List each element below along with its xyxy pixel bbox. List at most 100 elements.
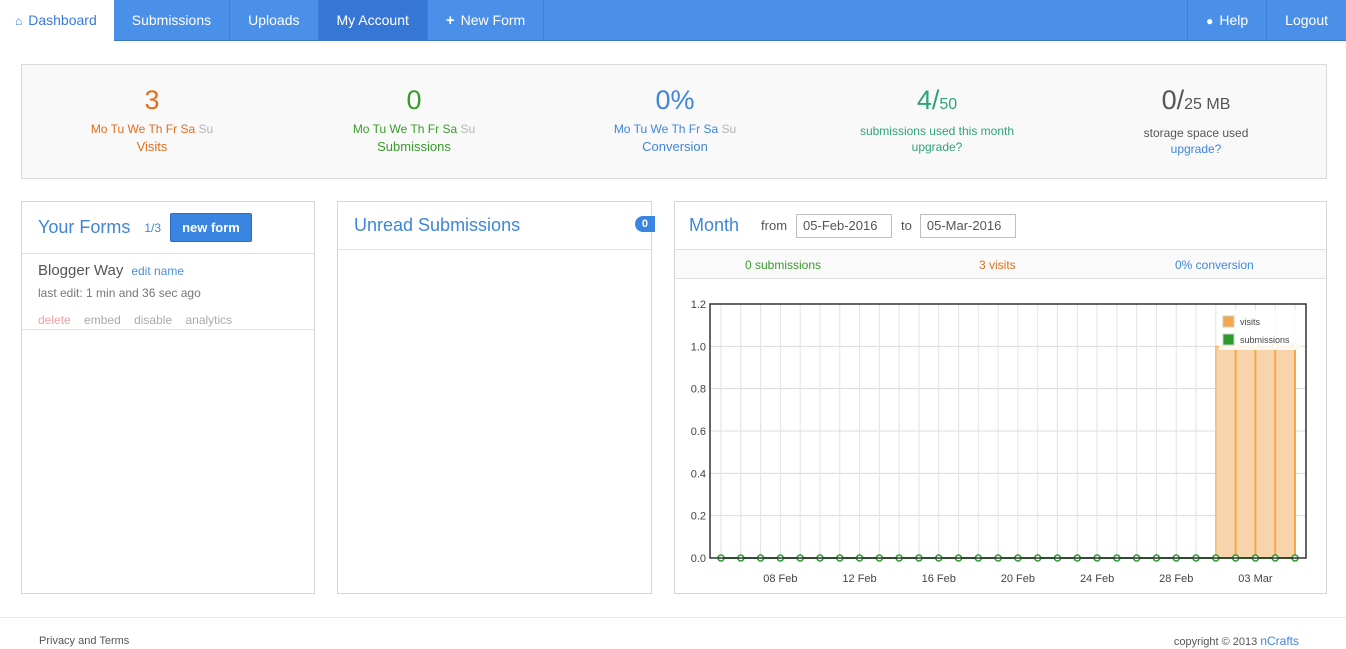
day-label: Tu <box>372 122 387 136</box>
home-icon: ⌂ <box>15 14 23 28</box>
nav-uploads[interactable]: Uploads <box>230 0 319 40</box>
forms-title: Your Forms <box>38 217 131 237</box>
legend-swatch <box>1222 315 1235 328</box>
day-label: We <box>389 122 408 136</box>
visits-area-segment <box>1274 345 1296 559</box>
visits-value: 3 <box>144 85 160 115</box>
nav-my-account[interactable]: My Account <box>318 0 428 40</box>
x-tick-label: 28 Feb <box>1159 573 1193 585</box>
embed-form-link[interactable]: embed <box>84 313 121 327</box>
summary-conversion: 0% conversion <box>1175 258 1254 272</box>
analytics-form-link[interactable]: analytics <box>185 313 232 327</box>
submissions-value: 0 <box>406 85 422 115</box>
copyright-text: copyright © 2013 <box>1173 636 1258 648</box>
stats-panel: 3 Mo Tu We Th Fr Sa Su Visits 0 Mo Tu We… <box>21 64 1327 179</box>
month-panel: Month from to 0 submissions 3 visits 0% … <box>674 201 1327 594</box>
storage-value: 0/25 MB <box>1066 85 1326 117</box>
usage-limit: 50 <box>939 96 958 113</box>
x-tick-label: 12 Feb <box>842 573 876 585</box>
nav-help-label: Help <box>1219 12 1249 28</box>
y-tick-label: 0.6 <box>691 426 706 438</box>
day-label: Mo <box>613 122 631 136</box>
day-label: Fr <box>427 122 440 136</box>
forms-panel-header: Your Forms 1/3 new form <box>22 202 314 254</box>
new-form-button[interactable]: new form <box>170 213 252 242</box>
y-tick-label: 0.4 <box>691 468 706 480</box>
day-label: Tu <box>110 122 125 136</box>
day-label: Th <box>671 122 686 136</box>
conversion-days: Mo Tu We Th Fr Sa Su <box>545 122 805 136</box>
nav-help[interactable]: ● Help <box>1187 0 1266 40</box>
privacy-terms-link[interactable]: Privacy and Terms <box>39 635 129 647</box>
form-list-item: Blogger Way edit name last edit: 1 min an… <box>22 254 314 330</box>
day-label: Fr <box>688 122 701 136</box>
month-panel-header: Month from to <box>675 202 1326 250</box>
summary-submissions: 0 submissions <box>745 258 822 272</box>
day-label-off: Su <box>721 122 737 136</box>
visits-area-segment <box>1235 345 1256 559</box>
storage-used: 0/ <box>1161 85 1185 115</box>
nav-new-form[interactable]: + New Form <box>428 0 545 40</box>
stat-usage: 4/50 submissions used this month upgrade… <box>807 65 1067 154</box>
summary-visits: 3 visits <box>979 258 1016 272</box>
usage-label: submissions used this month <box>859 124 1015 138</box>
x-tick-label: 03 Mar <box>1238 573 1273 585</box>
submissions-label: Submissions <box>377 139 451 154</box>
submissions-days: Mo Tu We Th Fr Sa Su <box>284 122 544 136</box>
brand-link[interactable]: nCrafts <box>1260 634 1299 648</box>
month-summary: 0 submissions 3 visits 0% conversion <box>675 250 1326 279</box>
x-tick-label: 24 Feb <box>1080 573 1114 585</box>
x-tick-label: 08 Feb <box>763 573 797 585</box>
footer-copyright: copyright © 2013 nCrafts <box>1174 634 1299 648</box>
storage-limit: 25 MB <box>1184 96 1231 113</box>
day-label-off: Su <box>198 122 214 136</box>
y-tick-label: 1.0 <box>691 341 706 353</box>
day-label: We <box>127 122 146 136</box>
day-label: Th <box>148 122 163 136</box>
nav-dashboard[interactable]: ⌂ Dashboard <box>0 0 114 41</box>
unread-panel: Unread Submissions 0 <box>337 201 655 594</box>
nav-logout[interactable]: Logout <box>1266 0 1346 40</box>
month-title: Month <box>689 215 740 235</box>
edit-name-link[interactable]: edit name <box>131 264 184 278</box>
unread-panel-header: Unread Submissions <box>338 202 651 250</box>
y-tick-label: 1.2 <box>691 299 706 311</box>
form-last-edit: last edit: 1 min and 36 sec ago <box>38 286 201 300</box>
form-name: Blogger Way <box>38 262 124 279</box>
visits-days: Mo Tu We Th Fr Sa Su <box>22 122 282 136</box>
plus-icon: + <box>445 12 455 29</box>
footer-divider <box>0 617 1346 618</box>
to-label: to <box>901 218 912 233</box>
usage-used: 4/ <box>916 85 940 115</box>
day-label: Sa <box>703 122 719 136</box>
to-date-input[interactable] <box>919 213 1016 238</box>
usage-value: 4/50 <box>807 85 1067 117</box>
storage-label: storage space used <box>1143 126 1249 140</box>
unread-count-badge: 0 <box>634 216 655 232</box>
top-navbar: ⌂ Dashboard Submissions Uploads My Accoun… <box>0 0 1346 41</box>
from-date-input[interactable] <box>796 213 893 238</box>
disable-form-link[interactable]: disable <box>134 313 172 327</box>
x-tick-label: 20 Feb <box>1001 573 1035 585</box>
nav-dashboard-label: Dashboard <box>28 12 97 28</box>
day-label: Sa <box>442 122 458 136</box>
delete-form-link[interactable]: delete <box>38 313 71 327</box>
y-tick-label: 0.2 <box>691 511 706 523</box>
nav-submissions[interactable]: Submissions <box>114 0 231 40</box>
usage-upgrade-link[interactable]: upgrade? <box>807 140 1067 154</box>
conversion-value: 0% <box>655 85 695 115</box>
nav-new-form-label: New Form <box>460 12 526 28</box>
forms-count: 1/3 <box>144 220 162 235</box>
legend-label: visits <box>1240 317 1260 327</box>
visits-label: Visits <box>136 139 168 154</box>
from-label: from <box>761 218 788 233</box>
legend-swatch <box>1222 333 1235 346</box>
storage-upgrade-link[interactable]: upgrade? <box>1066 142 1326 156</box>
stat-conversion: 0% Mo Tu We Th Fr Sa Su Conversion <box>545 65 805 154</box>
x-tick-label: 16 Feb <box>922 573 956 585</box>
day-label: Mo <box>90 122 108 136</box>
day-label: Mo <box>352 122 370 136</box>
stat-visits: 3 Mo Tu We Th Fr Sa Su Visits <box>22 65 282 154</box>
day-label: Th <box>410 122 425 136</box>
